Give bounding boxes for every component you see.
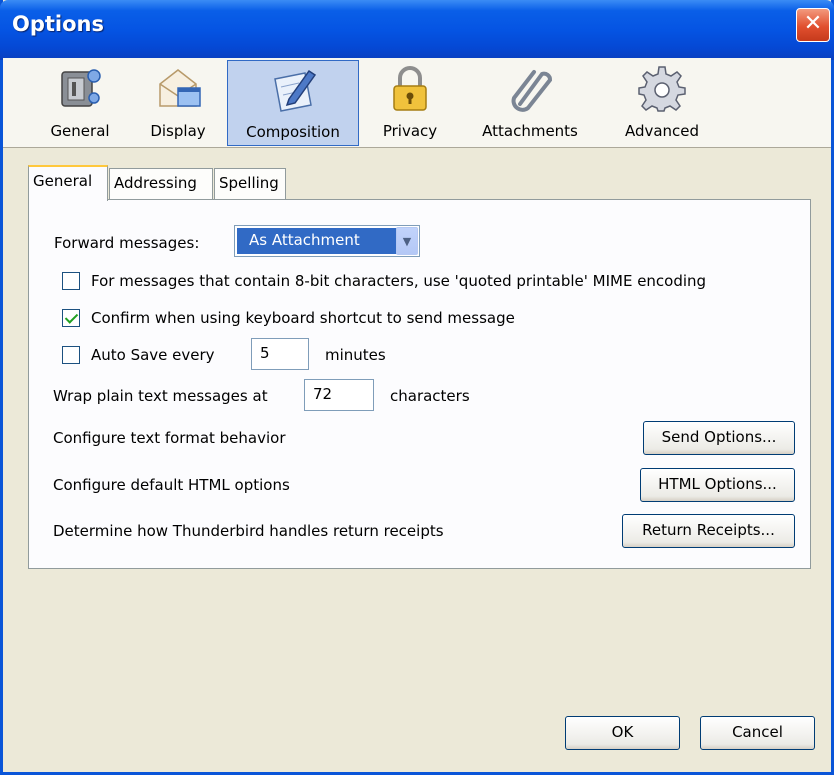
pane-composition-label: Composition xyxy=(246,123,340,141)
pane-attachments[interactable]: Attachments xyxy=(465,60,595,146)
pane-privacy[interactable]: Privacy xyxy=(367,60,453,146)
general-icon xyxy=(61,69,101,107)
wrap-unit-label: characters xyxy=(390,387,470,405)
lock-icon xyxy=(393,66,427,111)
window-title: Options xyxy=(12,12,104,36)
quoted-printable-checkbox[interactable] xyxy=(62,272,80,290)
options-window: Options ✕ General Display Composition Pr… xyxy=(0,0,834,775)
ok-button[interactable]: OK xyxy=(565,716,680,750)
confirm-shortcut-checkbox[interactable] xyxy=(62,309,80,327)
composition-icon xyxy=(274,69,317,112)
wrap-characters-input[interactable]: 72 xyxy=(304,379,374,411)
tab-addressing[interactable]: Addressing xyxy=(109,168,213,200)
paperclip-icon xyxy=(511,70,552,112)
general-tab-panel: Forward messages: As Attachment ▼ For me… xyxy=(28,199,811,569)
display-icon xyxy=(159,69,201,107)
title-bar[interactable]: Options ✕ xyxy=(0,0,834,60)
wrap-label: Wrap plain text messages at xyxy=(53,387,268,405)
forward-messages-label: Forward messages: xyxy=(54,234,200,252)
chevron-down-icon[interactable]: ▼ xyxy=(396,227,418,255)
cancel-button[interactable]: Cancel xyxy=(700,716,815,750)
autosave-checkbox[interactable] xyxy=(62,346,80,364)
close-button[interactable]: ✕ xyxy=(796,8,830,42)
pane-attachments-label: Attachments xyxy=(482,122,578,140)
return-receipts-button[interactable]: Return Receipts... xyxy=(622,514,795,548)
pane-general[interactable]: General xyxy=(37,60,123,146)
pane-advanced[interactable]: Advanced xyxy=(607,60,717,146)
pane-composition[interactable]: Composition xyxy=(227,60,359,146)
forward-messages-select[interactable]: As Attachment ▼ xyxy=(234,225,420,257)
autosave-minutes-input[interactable]: 5 xyxy=(251,338,309,370)
send-options-button[interactable]: Send Options... xyxy=(643,421,795,455)
autosave-label[interactable]: Auto Save every xyxy=(91,346,215,364)
text-format-label: Configure text format behavior xyxy=(53,429,286,447)
html-options-button[interactable]: HTML Options... xyxy=(640,468,795,502)
gear-icon xyxy=(638,66,686,112)
autosave-unit-label: minutes xyxy=(325,346,386,364)
tab-spelling[interactable]: Spelling xyxy=(214,168,286,200)
tab-general[interactable]: General xyxy=(28,165,108,201)
pane-general-label: General xyxy=(50,122,110,140)
return-receipts-label: Determine how Thunderbird handles return… xyxy=(53,522,444,540)
pane-advanced-label: Advanced xyxy=(624,122,700,140)
pane-toolbar: General Display Composition Privacy Atta… xyxy=(3,58,831,148)
pane-display-label: Display xyxy=(150,122,206,140)
quoted-printable-label[interactable]: For messages that contain 8-bit characte… xyxy=(91,272,706,290)
pane-display[interactable]: Display xyxy=(135,60,221,146)
pane-privacy-label: Privacy xyxy=(382,122,438,140)
confirm-shortcut-label[interactable]: Confirm when using keyboard shortcut to … xyxy=(91,309,515,327)
html-options-label: Configure default HTML options xyxy=(53,476,290,494)
forward-messages-value: As Attachment xyxy=(237,228,397,254)
